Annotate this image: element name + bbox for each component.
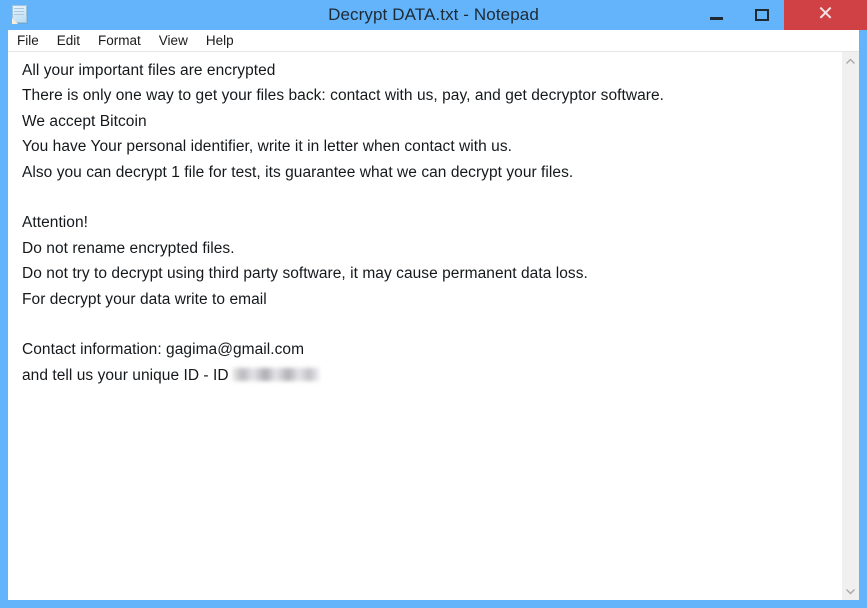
text-line: Also you can decrypt 1 file for test, it… [22, 163, 574, 181]
text-line-blank [22, 312, 837, 337]
text-line: For decrypt your data write to email [22, 290, 267, 308]
scroll-up-button[interactable] [842, 52, 859, 69]
chevron-up-icon [846, 58, 855, 64]
text-line: We accept Bitcoin [22, 112, 147, 130]
title-bar[interactable]: Decrypt DATA.txt - Notepad ✕ [0, 0, 867, 30]
content-area: All your important files are encrypted T… [8, 52, 859, 600]
vertical-scrollbar[interactable] [841, 52, 859, 600]
chevron-down-icon [846, 588, 855, 594]
redacted-id-block [231, 367, 320, 381]
text-line-contact: Contact information: gagima@gmail.com [22, 341, 305, 359]
menu-item-edit[interactable]: Edit [56, 30, 81, 52]
menu-item-file[interactable]: File [16, 30, 40, 52]
window-controls: ✕ [694, 0, 867, 30]
text-line: All your important files are encrypted [22, 62, 276, 79]
close-icon: ✕ [817, 3, 834, 25]
menu-item-help[interactable]: Help [205, 30, 235, 52]
text-line: There is only one way to get your files … [22, 87, 665, 105]
close-button[interactable]: ✕ [784, 0, 867, 30]
maximize-icon [754, 9, 769, 21]
menu-item-format[interactable]: Format [97, 30, 142, 52]
menu-item-view[interactable]: View [158, 30, 189, 52]
text-line-blank [22, 185, 837, 210]
notepad-document-icon [11, 5, 29, 25]
scrollbar-track[interactable] [842, 69, 859, 583]
text-line: Do not rename encrypted files. [22, 239, 235, 257]
text-editor[interactable]: All your important files are encrypted T… [8, 52, 841, 600]
scroll-down-button[interactable] [842, 583, 859, 600]
text-line: Do not try to decrypt using third party … [22, 265, 588, 283]
menu-bar: File Edit Format View Help [8, 30, 859, 52]
text-line: Attention! [22, 214, 88, 232]
minimize-button[interactable] [694, 0, 739, 30]
minimize-icon [710, 16, 723, 20]
text-line: You have Your personal identifier, write… [22, 138, 512, 156]
notepad-window: Decrypt DATA.txt - Notepad ✕ File Edit F… [0, 0, 867, 608]
maximize-button[interactable] [739, 0, 784, 30]
text-line-unique-id: and tell us your unique ID - ID [22, 363, 837, 388]
unique-id-prefix: and tell us your unique ID - ID [22, 366, 229, 384]
